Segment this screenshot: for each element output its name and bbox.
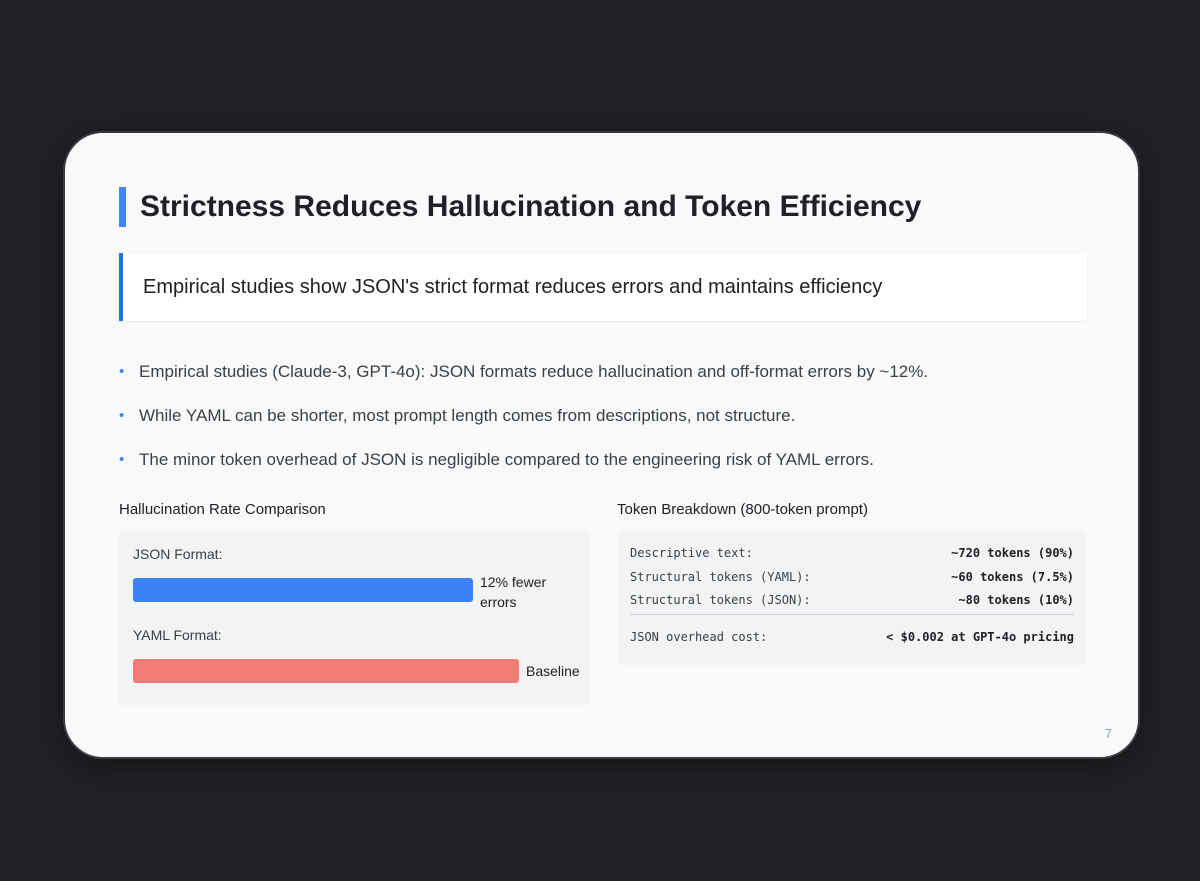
json-bar-note: 12% fewer errors: [480, 574, 547, 610]
bullet-text: Empirical studies (Claude-3, GPT-4o): JS…: [139, 362, 929, 381]
json-bar-label: JSON Format:: [133, 546, 223, 562]
slide: Strictness Reduces Hallucination and Tok…: [63, 131, 1140, 759]
token-row-value: ~720 tokens (90%): [951, 546, 1074, 560]
slide-title: Strictness Reduces Hallucination and Tok…: [140, 190, 922, 223]
token-row-label: Structural tokens (JSON):: [630, 593, 811, 607]
token-row: Descriptive text: ~720 tokens (90%): [630, 543, 1074, 567]
bullet-dot-icon: •: [119, 451, 125, 468]
overhead-label: JSON overhead cost:: [630, 629, 768, 644]
token-row: Structural tokens (JSON): ~80 tokens (10…: [630, 590, 1074, 614]
callout-text: Empirical studies show JSON's strict for…: [143, 276, 883, 298]
token-row-label: Descriptive text:: [630, 546, 753, 560]
bullet-item: • The minor token overhead of JSON is ne…: [119, 445, 928, 489]
token-breakdown-panel: Descriptive text: ~720 tokens (90%) Stru…: [617, 531, 1087, 665]
title-accent-bar: [119, 187, 126, 227]
yaml-bar-note: Baseline: [526, 663, 580, 679]
bullet-text: While YAML can be shorter, most prompt l…: [139, 406, 796, 425]
token-breakdown-title: Token Breakdown (800-token prompt): [617, 501, 868, 518]
overhead-value: < $0.002 at GPT-4o pricing: [886, 629, 1074, 644]
hallucination-chart: JSON Format: 12% fewer errors YAML Forma…: [119, 531, 590, 705]
bullet-item: • Empirical studies (Claude-3, GPT-4o): …: [119, 357, 928, 401]
bullet-text: The minor token overhead of JSON is negl…: [139, 450, 874, 469]
callout-box: Empirical studies show JSON's strict for…: [119, 253, 1087, 321]
bullet-dot-icon: •: [119, 407, 125, 424]
bullet-dot-icon: •: [119, 363, 125, 380]
token-row-value: ~60 tokens (7.5%): [951, 569, 1074, 584]
bullet-list: • Empirical studies (Claude-3, GPT-4o): …: [119, 357, 928, 489]
page-number: 7: [1104, 726, 1112, 741]
json-bar-track: [133, 578, 519, 602]
yaml-bar-track: [133, 659, 519, 683]
bullet-item: • While YAML can be shorter, most prompt…: [119, 401, 928, 445]
overhead-row: JSON overhead cost: < $0.002 at GPT-4o p…: [630, 627, 1074, 651]
token-divider: [630, 613, 1074, 615]
hallucination-chart-title: Hallucination Rate Comparison: [119, 501, 326, 518]
yaml-bar: [133, 659, 519, 683]
json-bar: [133, 578, 473, 602]
token-row: Structural tokens (YAML): ~60 tokens (7.…: [630, 567, 1074, 591]
token-row-value: ~80 tokens (10%): [958, 593, 1074, 607]
yaml-bar-label: YAML Format:: [133, 627, 222, 643]
token-row-label: Structural tokens (YAML):: [630, 569, 811, 584]
